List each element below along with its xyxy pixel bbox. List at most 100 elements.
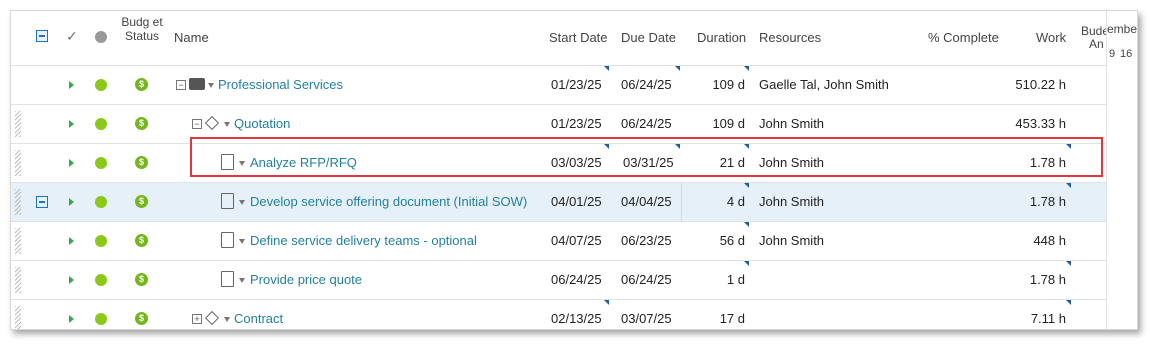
expand-arrow-icon[interactable] (69, 81, 74, 89)
drag-handle[interactable] (15, 111, 21, 137)
resources[interactable]: John Smith (759, 233, 824, 248)
expand-arrow-icon[interactable] (69, 120, 74, 128)
resources[interactable]: John Smith (759, 194, 824, 209)
cell-marker (744, 183, 749, 188)
cell-marker (604, 300, 609, 305)
start-date[interactable]: 04/07/25 (551, 233, 602, 248)
start-date[interactable]: 01/23/25 (551, 116, 602, 131)
expand-arrow-icon[interactable] (69, 237, 74, 245)
duration[interactable]: 1 d (681, 272, 745, 287)
chevron-down-icon[interactable] (239, 278, 245, 283)
due-date[interactable]: 03/07/25 (621, 311, 672, 326)
select-all-checkbox[interactable] (36, 30, 48, 42)
dollar-icon: $ (135, 195, 148, 208)
cell-marker (744, 261, 749, 266)
due-date[interactable]: 06/24/25 (621, 116, 672, 131)
status-dot-icon[interactable] (95, 31, 107, 43)
expand-arrow-icon[interactable] (69, 315, 74, 323)
table-row[interactable]: $ Develop service offering document (Ini… (11, 183, 1106, 222)
drag-handle[interactable] (15, 228, 21, 254)
table-row[interactable]: $ − Professional Services 01/23/25 06/24… (11, 66, 1106, 105)
name-header[interactable]: Name (174, 30, 209, 45)
resources[interactable]: John Smith (759, 116, 824, 131)
work[interactable]: 510.22 h (1001, 77, 1066, 92)
work[interactable]: 1.78 h (1001, 272, 1066, 287)
chevron-down-icon[interactable] (208, 83, 214, 88)
duration[interactable]: 109 d (681, 77, 745, 92)
status-dot-icon (95, 79, 107, 91)
status-dot-icon (95, 157, 107, 169)
task-name[interactable]: Professional Services (218, 77, 343, 92)
collapse-toggle-icon[interactable]: − (192, 119, 202, 129)
start-date[interactable]: 04/01/25 (551, 194, 602, 209)
expand-toggle-icon[interactable]: + (192, 314, 202, 324)
due-date[interactable]: 06/23/25 (621, 233, 672, 248)
cell-marker (1066, 261, 1071, 266)
resources-header[interactable]: Resources (759, 30, 821, 45)
expand-arrow-icon[interactable] (69, 276, 74, 284)
task-name[interactable]: Provide price quote (250, 272, 362, 287)
status-dot-icon (95, 196, 107, 208)
table-row[interactable]: $ Provide price quote 06/24/25 06/24/25 … (11, 261, 1106, 300)
duration[interactable]: 17 d (681, 311, 745, 326)
budget-status-header[interactable]: Budg et Status (121, 15, 163, 43)
collapse-toggle-icon[interactable]: − (176, 80, 186, 90)
grid-header: ✓ Budg et Status Name Start Date Due Dat… (11, 11, 1137, 66)
task-name[interactable]: Quotation (234, 116, 290, 131)
dollar-icon: $ (135, 312, 148, 325)
start-date[interactable]: 02/13/25 (551, 311, 602, 326)
start-date[interactable]: 01/23/25 (551, 77, 602, 92)
table-row[interactable]: $ Define service delivery teams - option… (11, 222, 1106, 261)
chevron-down-icon[interactable] (224, 317, 230, 322)
percent-complete-header[interactable]: % Complete (928, 30, 999, 45)
task-name[interactable]: Develop service offering document (Initi… (250, 194, 527, 209)
due-date[interactable]: 06/24/25 (621, 77, 672, 92)
due-date[interactable]: 04/04/25 (621, 194, 672, 209)
duration[interactable]: 4 d (681, 194, 745, 209)
clipboard-icon (221, 271, 234, 287)
cell-marker (744, 66, 749, 71)
drag-handle[interactable] (15, 267, 21, 293)
row-checkbox[interactable] (36, 196, 48, 208)
dollar-icon: $ (135, 78, 148, 91)
drag-handle[interactable] (15, 306, 21, 329)
work[interactable]: 453.33 h (1001, 116, 1066, 131)
expand-arrow-icon[interactable] (69, 198, 74, 206)
due-date-header[interactable]: Due Date (621, 30, 676, 45)
start-date-header[interactable]: Start Date (549, 30, 608, 45)
resources[interactable]: Gaelle Tal, John Smith (759, 77, 889, 92)
start-date[interactable]: 06/24/25 (551, 272, 602, 287)
budget-header-cut[interactable]: Bude (1081, 24, 1109, 38)
status-dot-icon (95, 274, 107, 286)
highlight-annotation (190, 137, 1103, 177)
duration[interactable]: 56 d (681, 233, 745, 248)
duration[interactable]: 109 d (681, 116, 745, 131)
drag-handle[interactable] (15, 189, 21, 215)
work-header[interactable]: Work (1036, 30, 1066, 45)
work[interactable]: 7.11 h (1001, 311, 1066, 326)
drag-handle[interactable] (15, 150, 21, 176)
expand-arrow-icon[interactable] (69, 159, 74, 167)
work[interactable]: 448 h (1001, 233, 1066, 248)
due-date[interactable]: 06/24/25 (621, 272, 672, 287)
chevron-down-icon[interactable] (239, 239, 245, 244)
task-name[interactable]: Contract (234, 311, 283, 326)
cell-marker (1066, 183, 1071, 188)
chevron-down-icon[interactable] (224, 122, 230, 127)
work[interactable]: 1.78 h (1001, 194, 1066, 209)
dollar-icon: $ (135, 117, 148, 130)
day-label-16: 16 (1120, 48, 1133, 60)
diamond-icon (204, 310, 220, 326)
diamond-icon (204, 115, 220, 131)
cell-marker (675, 66, 680, 71)
clipboard-icon (221, 193, 234, 209)
dollar-icon: $ (135, 234, 148, 247)
clipboard-icon (221, 232, 234, 248)
day-label-9: 9 (1109, 48, 1116, 60)
task-name[interactable]: Define service delivery teams - optional (250, 233, 477, 248)
duration-header[interactable]: Duration (697, 30, 746, 45)
dollar-icon: $ (135, 273, 148, 286)
table-row[interactable]: $ + Contract 02/13/25 03/07/25 17 d 7.11… (11, 300, 1106, 329)
checkmark-icon[interactable]: ✓ (66, 28, 78, 45)
chevron-down-icon[interactable] (239, 200, 245, 205)
